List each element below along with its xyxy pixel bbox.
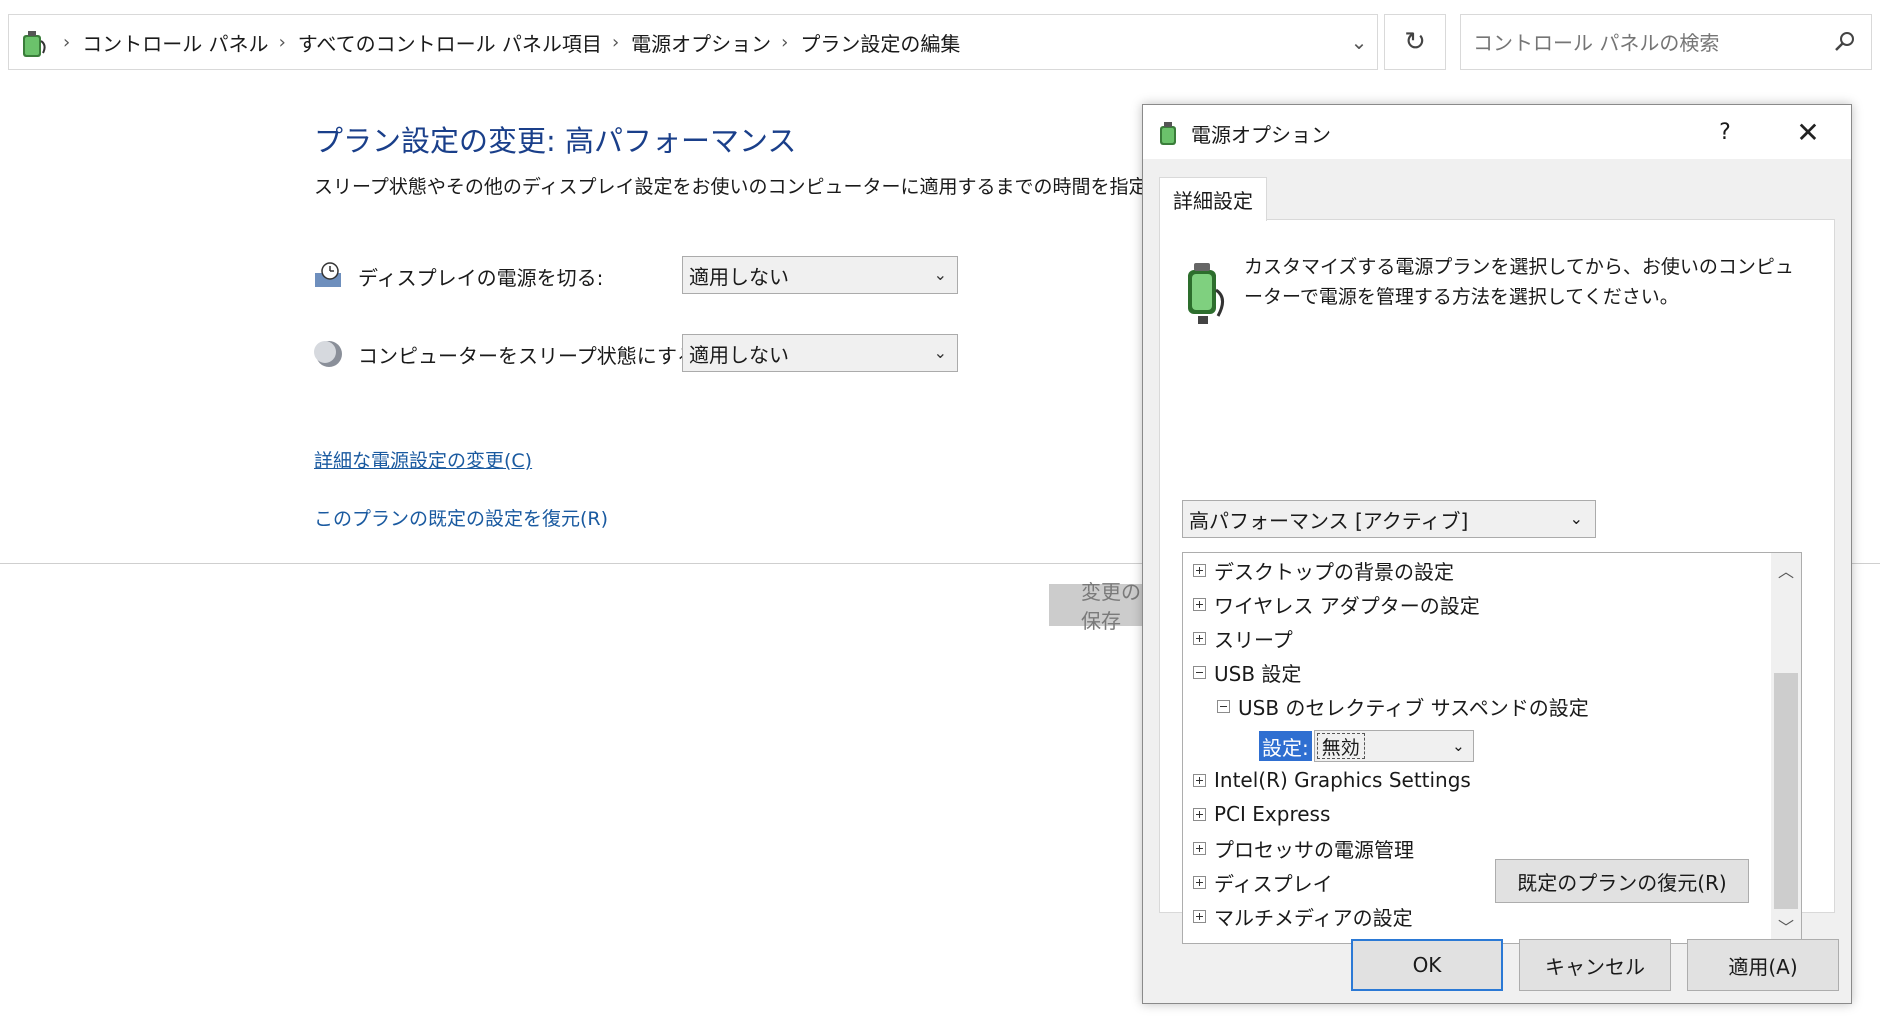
tree-item[interactable]: PCI Express: [1193, 797, 1330, 831]
help-button[interactable]: ?: [1705, 115, 1745, 149]
advanced-settings-panel: カスタマイズする電源プランを選択してから、お使いのコンピューターで電源を管理する…: [1159, 219, 1835, 944]
chevron-down-icon: ⌄: [1569, 509, 1583, 528]
chevron-down-icon[interactable]: ⌄: [1339, 15, 1379, 69]
tree-item[interactable]: スリープ: [1193, 621, 1293, 655]
tree-item-label: USB のセレクティブ サスペンドの設定: [1238, 695, 1589, 720]
sleep-value: 適用しない: [689, 342, 789, 367]
expand-icon[interactable]: [1193, 773, 1206, 787]
page-title: プラン設定の変更: 高パフォーマンス: [314, 124, 797, 158]
chevron-down-icon: ⌄: [933, 343, 947, 362]
expand-icon[interactable]: [1193, 841, 1206, 855]
usb-suspend-setting[interactable]: 設定: 無効 ⌄: [1259, 729, 1474, 763]
advanced-settings-link[interactable]: 詳細な電源設定の変更(C): [314, 446, 532, 473]
dialog-title: 電源オプション: [1191, 123, 1331, 147]
ok-button[interactable]: OK: [1351, 939, 1503, 991]
breadcrumb-control-panel[interactable]: コントロール パネル: [82, 28, 268, 57]
address-bar[interactable]: › コントロール パネル › すべてのコントロール パネル項目 › 電源オプショ…: [8, 14, 1378, 70]
breadcrumb: › コントロール パネル › すべてのコントロール パネル項目 › 電源オプショ…: [59, 15, 966, 69]
page-description: スリープ状態やその他のディスプレイ設定をお使いのコンピューターに適用するまでの時…: [314, 176, 1144, 198]
power-options-dialog: 電源オプション ? ✕ 詳細設定 カスタマイズする電源プランを選択してから、お使…: [1142, 104, 1852, 1004]
chevron-up-icon[interactable]: ︿: [1771, 553, 1801, 587]
restore-plan-button[interactable]: 既定のプランの復元(R): [1495, 859, 1749, 903]
tree-item-label: デスクトップの背景の設定: [1214, 559, 1454, 584]
sleep-row: コンピューターをスリープ状態にする:: [314, 334, 704, 374]
display-off-row: ディスプレイの電源を切る:: [314, 256, 603, 296]
tree-item-label: スリープ: [1214, 627, 1293, 652]
chevron-down-icon: ⌄: [1452, 737, 1465, 755]
search-icon[interactable]: [1833, 29, 1857, 53]
display-off-select[interactable]: 適用しない ⌄: [682, 256, 958, 294]
tree-scrollbar[interactable]: ︿ ﹀: [1771, 553, 1801, 943]
search-input[interactable]: [1471, 25, 1815, 61]
restore-defaults-link[interactable]: このプランの既定の設定を復元(R): [314, 504, 608, 531]
tree-item-label: USB 設定: [1214, 661, 1302, 686]
chevron-down-icon: ⌄: [933, 265, 947, 284]
tree-item[interactable]: プロセッサの電源管理: [1193, 831, 1414, 865]
chevron-right-icon[interactable]: ›: [63, 32, 70, 53]
expand-icon[interactable]: [1193, 563, 1206, 577]
apply-button[interactable]: 適用(A): [1687, 939, 1839, 991]
plan-select-value: 高パフォーマンス [アクティブ]: [1189, 508, 1469, 533]
chevron-right-icon[interactable]: ›: [279, 32, 286, 53]
expand-icon[interactable]: [1193, 631, 1206, 645]
expand-icon[interactable]: [1193, 807, 1206, 821]
collapse-icon[interactable]: [1217, 699, 1230, 713]
chevron-right-icon[interactable]: ›: [612, 32, 619, 53]
save-changes-button[interactable]: 変更の保存: [1049, 580, 1149, 633]
expand-icon[interactable]: [1193, 875, 1206, 889]
moon-icon: [314, 341, 342, 367]
refresh-button[interactable]: ↻: [1384, 14, 1446, 70]
breadcrumb-all-items[interactable]: すべてのコントロール パネル項目: [298, 28, 602, 57]
usb-suspend-select[interactable]: 無効 ⌄: [1313, 730, 1474, 762]
search-box[interactable]: [1460, 14, 1872, 70]
tree-item-label: マルチメディアの設定: [1214, 905, 1413, 930]
tree-item-label: PCI Express: [1214, 802, 1331, 826]
power-options-icon: [23, 31, 46, 57]
tree-item[interactable]: ディスプレイ: [1193, 865, 1333, 899]
expand-icon[interactable]: [1193, 909, 1206, 923]
collapse-icon[interactable]: [1193, 665, 1206, 679]
power-options-icon: [1160, 122, 1176, 145]
chevron-down-icon[interactable]: ﹀: [1771, 909, 1801, 943]
expand-icon[interactable]: [1193, 597, 1206, 611]
breadcrumb-power-options[interactable]: 電源オプション: [631, 28, 771, 57]
monitor-clock-icon: [315, 262, 341, 287]
tree-item-label: プロセッサの電源管理: [1214, 837, 1414, 862]
tree-item-label: ディスプレイ: [1214, 871, 1333, 896]
battery-plug-icon: [1188, 263, 1224, 324]
tree-item[interactable]: Intel(R) Graphics Settings: [1193, 763, 1471, 797]
dialog-titlebar[interactable]: 電源オプション ? ✕: [1143, 105, 1851, 159]
tab-advanced-settings[interactable]: 詳細設定: [1159, 177, 1267, 221]
cancel-button[interactable]: キャンセル: [1519, 939, 1671, 991]
scroll-thumb[interactable]: [1774, 673, 1798, 909]
breadcrumb-edit-plan[interactable]: プラン設定の編集: [800, 28, 960, 57]
sleep-label: コンピューターをスリープ状態にする:: [358, 343, 704, 368]
chevron-right-icon[interactable]: ›: [781, 32, 788, 53]
tree-item-label: Intel(R) Graphics Settings: [1214, 768, 1471, 792]
refresh-icon: ↻: [1404, 27, 1426, 57]
display-off-value: 適用しない: [689, 264, 789, 289]
usb-suspend-value: 無効: [1316, 733, 1365, 759]
tree-item[interactable]: マルチメディアの設定: [1193, 899, 1413, 933]
panel-description: カスタマイズする電源プランを選択してから、お使いのコンピューターで電源を管理する…: [1244, 256, 1794, 308]
tree-item[interactable]: USB のセレクティブ サスペンドの設定: [1217, 689, 1589, 723]
tree-item[interactable]: ワイヤレス アダプターの設定: [1193, 587, 1480, 621]
setting-key-label: 設定:: [1259, 731, 1312, 761]
tree-item[interactable]: デスクトップの背景の設定: [1193, 553, 1454, 587]
plan-select[interactable]: 高パフォーマンス [アクティブ] ⌄: [1182, 500, 1596, 538]
close-button[interactable]: ✕: [1783, 115, 1833, 149]
tree-item-label: ワイヤレス アダプターの設定: [1214, 593, 1480, 618]
display-off-label: ディスプレイの電源を切る:: [358, 265, 604, 290]
sleep-select[interactable]: 適用しない ⌄: [682, 334, 958, 372]
tree-item[interactable]: USB 設定: [1193, 655, 1301, 689]
